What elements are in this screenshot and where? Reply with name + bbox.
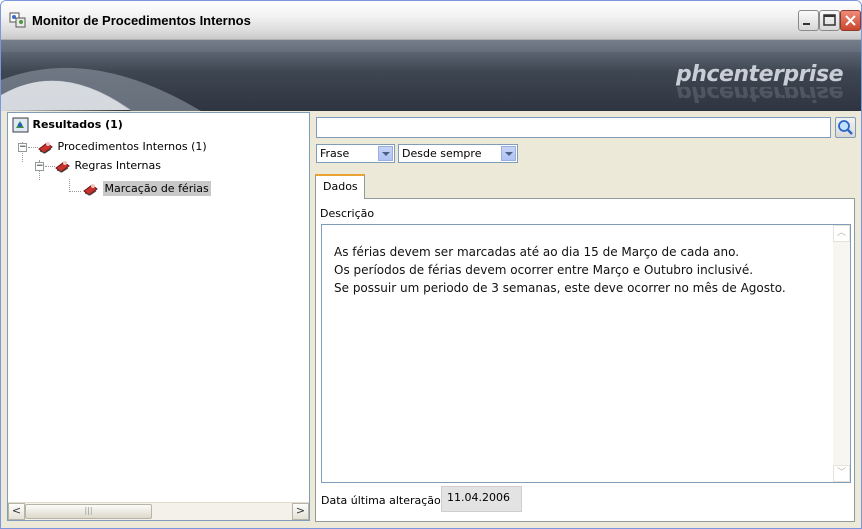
period-select[interactable]: Desde sempre xyxy=(398,144,518,163)
search-button[interactable] xyxy=(835,117,856,138)
maximize-button[interactable] xyxy=(819,10,840,31)
scroll-down-icon[interactable]: ﹀ xyxy=(833,465,850,482)
chevron-down-icon[interactable] xyxy=(378,146,393,161)
vertical-scrollbar[interactable]: ︿ ﹀ xyxy=(833,225,850,482)
description-line: As férias devem ser marcadas até ao dia … xyxy=(334,245,740,259)
last-modified-label: Data última alteração xyxy=(321,494,441,507)
description-text: As férias devem ser marcadas até ao dia … xyxy=(334,243,786,297)
tree-connector xyxy=(69,191,81,192)
search-input[interactable] xyxy=(316,117,831,138)
brand-logo: phcenterprise xyxy=(676,62,843,87)
search-icon xyxy=(838,120,853,135)
procedure-icon xyxy=(82,181,99,197)
period-value: Desde sempre xyxy=(402,147,482,160)
banner: phcenterprise phcenterprise xyxy=(1,40,861,111)
app-icon xyxy=(9,11,27,29)
scrollbar-thumb[interactable]: ||| xyxy=(25,504,152,519)
tree-item-label: Procedimentos Internos (1) xyxy=(57,140,207,153)
search-mode-select[interactable]: Frase xyxy=(316,144,395,163)
close-icon xyxy=(845,15,856,26)
description-label: Descrição xyxy=(320,207,375,220)
expand-collapse-icon[interactable]: − xyxy=(35,162,44,171)
results-tree[interactable]: Resultados (1) − Procedimentos Internos … xyxy=(7,112,310,521)
description-textarea[interactable]: As férias devem ser marcadas até ao dia … xyxy=(321,224,851,483)
brand-logo-reflection: phcenterprise xyxy=(676,87,843,105)
description-line: Os períodos de férias devem ocorrer entr… xyxy=(334,263,754,277)
tree-item-label: Marcação de férias xyxy=(102,181,211,196)
horizontal-scrollbar[interactable]: < ||| > xyxy=(8,502,309,520)
expand-collapse-icon[interactable]: − xyxy=(18,143,27,152)
tree-root[interactable]: Resultados (1) xyxy=(12,116,123,134)
chevron-down-icon[interactable] xyxy=(501,146,516,161)
scroll-left-icon[interactable]: < xyxy=(8,503,25,520)
scroll-right-icon[interactable]: > xyxy=(292,503,309,520)
tree-root-label: Resultados (1) xyxy=(32,118,123,131)
tree-item-marcacao[interactable]: Marcação de férias xyxy=(82,180,211,198)
results-icon xyxy=(12,117,29,133)
window-title: Monitor de Procedimentos Internos xyxy=(32,13,251,28)
scroll-up-icon[interactable]: ︿ xyxy=(833,225,850,242)
tree-item-procedimentos[interactable]: Procedimentos Internos (1) xyxy=(37,138,207,156)
dados-tab-panel: Descrição As férias devem ser marcadas a… xyxy=(315,198,855,522)
minimize-button[interactable] xyxy=(798,10,819,31)
title-bar[interactable]: Monitor de Procedimentos Internos xyxy=(1,1,861,40)
search-mode-value: Frase xyxy=(320,147,350,160)
tab-dados[interactable]: Dados xyxy=(315,174,365,199)
last-modified-value: 11.04.2006 xyxy=(441,486,522,512)
tree-item-label: Regras Internas xyxy=(74,159,161,172)
close-button[interactable] xyxy=(840,10,861,31)
tree-item-regras[interactable]: Regras Internas xyxy=(54,157,161,175)
app-window: Monitor de Procedimentos Internos phcent… xyxy=(0,0,862,529)
procedure-icon xyxy=(54,158,71,174)
description-line: Se possuir um periodo de 3 semanas, este… xyxy=(334,281,786,295)
procedure-icon xyxy=(37,139,54,155)
